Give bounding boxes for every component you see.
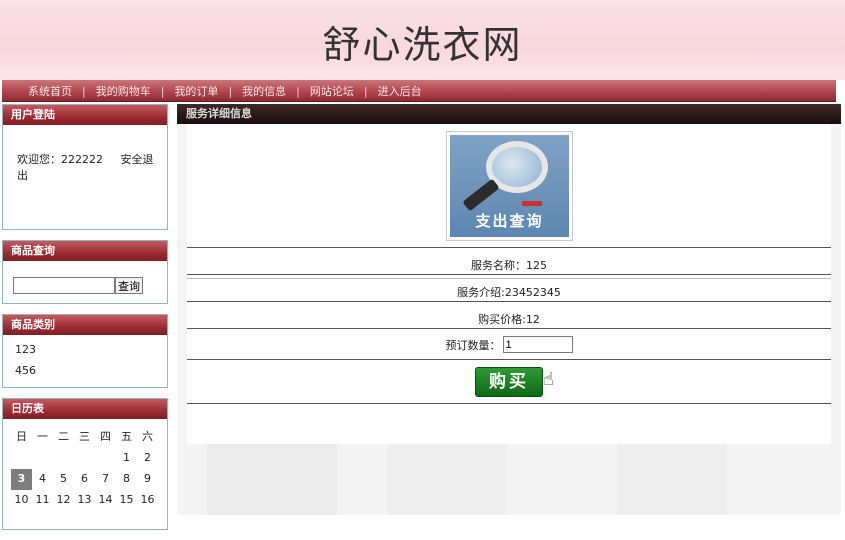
nav-item: 我的购物车 | <box>96 83 175 99</box>
nav-separator: | <box>160 84 165 98</box>
nav-link[interactable]: 网站论坛 <box>310 83 354 99</box>
quantity-input[interactable] <box>502 336 573 353</box>
site-title: 舒心洗衣网 <box>322 23 523 67</box>
calendar-weekday: 四 <box>100 430 111 443</box>
nav-item: 我的信息 | <box>242 83 310 99</box>
calendar-day[interactable]: 1 <box>116 448 137 469</box>
quantity-row: 预订数量： <box>187 336 831 353</box>
calendar-weekday: 六 <box>142 430 153 443</box>
calendar-day[interactable]: 10 <box>11 490 32 511</box>
calendar-box-title: 日历表 <box>3 399 167 419</box>
category-item[interactable]: 456 <box>15 364 167 385</box>
nav-link[interactable]: 我的购物车 <box>96 83 151 99</box>
nav-item: 网站论坛 | <box>310 83 378 99</box>
calendar-weekday: 一 <box>37 430 48 443</box>
nav-link[interactable]: 系统首页 <box>28 83 72 99</box>
calendar-weekday: 五 <box>121 430 132 443</box>
hand-pointer-icon: ☝ <box>543 369 554 390</box>
service-price: 购买价格:12 <box>478 313 540 326</box>
calendar-day[interactable]: 2 <box>137 448 158 469</box>
nav-separator: | <box>296 84 300 98</box>
nav-item: 我的订单 | <box>174 83 242 99</box>
calendar-day[interactable]: 13 <box>74 490 95 511</box>
calendar-day[interactable]: 12 <box>53 490 74 511</box>
calendar-day[interactable]: 16 <box>137 490 158 511</box>
divider <box>187 301 831 302</box>
nav-link[interactable]: 我的订单 <box>174 83 218 99</box>
nav-separator: | <box>82 84 86 98</box>
calendar-day[interactable]: 6 <box>74 469 95 490</box>
calendar-weekday: 日 <box>16 430 27 443</box>
divider <box>187 359 831 360</box>
service-image: 支出查询 <box>446 131 573 241</box>
divider <box>187 403 831 404</box>
calendar-day[interactable]: 7 <box>95 469 116 490</box>
calendar-weekday: 二 <box>58 430 69 443</box>
search-box-title: 商品查询 <box>3 241 167 261</box>
nav-separator: | <box>228 84 233 98</box>
calendar-day[interactable]: 15 <box>116 490 137 511</box>
calendar-day[interactable]: 3 <box>11 469 32 490</box>
category-box: 商品类别 123 456 <box>2 314 168 388</box>
login-box: 用户登陆 欢迎您：222222 安全退出 <box>2 104 168 230</box>
divider <box>187 247 831 248</box>
calendar-day[interactable]: 9 <box>137 469 158 490</box>
calendar-grid: 日一二三四五六 1 2 3 4 5 6 7 8 9 10 11 12 13 14 15 16 <box>11 427 161 511</box>
calendar-empty <box>95 448 116 469</box>
detail-panel: 支出查询 服务名称：125 服务介绍:23452345 购买价格:12 预订数量… <box>187 124 831 444</box>
calendar-empty <box>11 448 32 469</box>
buy-button[interactable]: 购买 <box>475 367 543 397</box>
calendar-day[interactable]: 8 <box>116 469 137 490</box>
image-caption: 支出查询 <box>475 212 544 230</box>
calendar-weekday: 三 <box>79 430 90 443</box>
search-input[interactable] <box>13 276 115 294</box>
detail-title: 服务详细信息 <box>177 104 841 124</box>
calendar-empty <box>74 448 95 469</box>
calendar-day[interactable]: 14 <box>95 490 116 511</box>
calendar-empty <box>53 448 74 469</box>
divider <box>187 278 831 279</box>
calendar-empty <box>32 448 53 469</box>
category-box-title: 商品类别 <box>3 315 167 335</box>
nav-link[interactable]: 我的信息 <box>242 83 286 99</box>
sidebar: 用户登陆 欢迎您：222222 安全退出 商品查询 查询 商品类别 123 45… <box>2 104 168 540</box>
top-nav: 系统首页 | 我的购物车 | 我的订单 | 我的信息 | 网站论坛 | 进入后台 <box>2 80 836 102</box>
calendar-day[interactable]: 11 <box>32 490 53 511</box>
nav-separator: | <box>363 84 368 98</box>
nav-item: 进入后台 <box>378 83 422 99</box>
service-intro: 服务介绍:23452345 <box>457 286 561 299</box>
service-name: 服务名称：125 <box>471 259 547 272</box>
divider <box>187 274 831 275</box>
background-decoration <box>187 444 831 515</box>
nav-link[interactable]: 进入后台 <box>378 83 422 99</box>
category-item[interactable]: 123 <box>15 343 167 364</box>
calendar-day[interactable]: 5 <box>53 469 74 490</box>
search-box: 商品查询 查询 <box>2 240 168 304</box>
login-box-title: 用户登陆 <box>3 105 167 125</box>
divider <box>187 328 831 329</box>
site-header: 舒心洗衣网 <box>0 0 845 80</box>
welcome-text: 欢迎您：222222 <box>17 153 103 166</box>
calendar-box: 日历表 日一二三四五六 1 2 3 4 5 6 7 8 9 10 11 12 13 14 15 16 <box>2 398 168 530</box>
nav-item: 系统首页 | <box>28 83 96 99</box>
main-panel: 服务详细信息 支出查询 服务名称：125 服务介绍:23452345 购买价格:… <box>177 104 841 515</box>
search-button[interactable]: 查询 <box>115 276 143 294</box>
calendar-day[interactable]: 4 <box>32 469 53 490</box>
quantity-label: 预订数量： <box>445 338 501 352</box>
